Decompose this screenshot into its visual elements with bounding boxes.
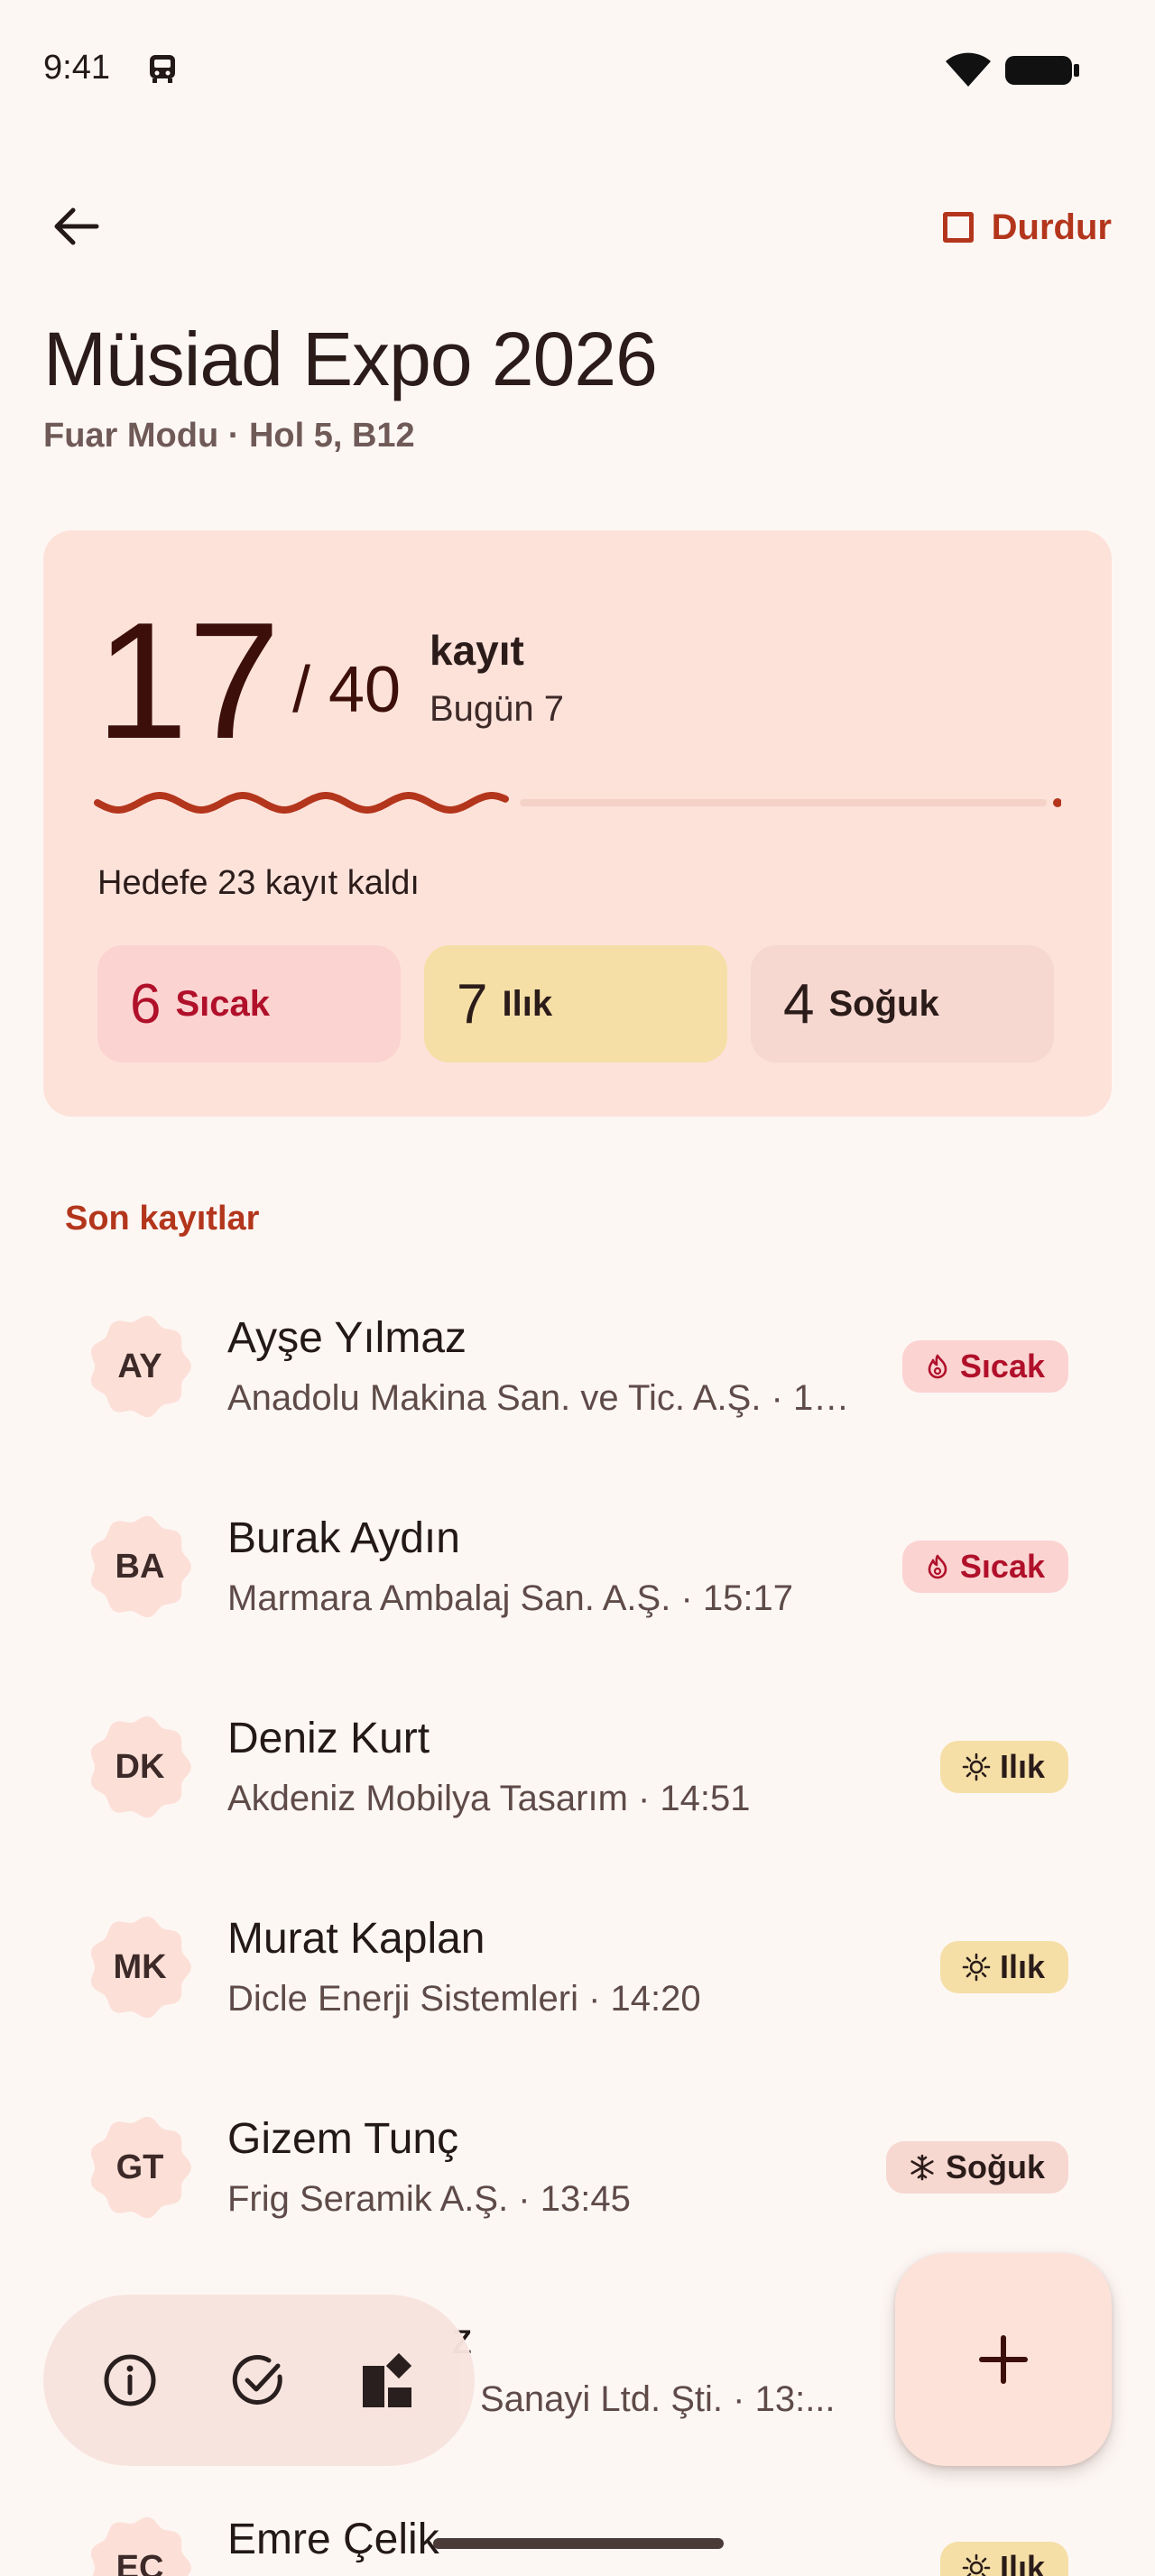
status-badge-label: Soğuk [945, 2148, 1045, 2185]
lead-name: Burak Aydın [227, 1514, 460, 1562]
count-unit: kayıt [430, 627, 524, 674]
chip-hot-label: Sıcak [175, 983, 271, 1024]
sun-icon [962, 2553, 991, 2576]
filter-chip-cold[interactable]: 4 Soğuk [751, 945, 1054, 1063]
lead-item[interactable]: EC Emre Çelik Ilık [0, 2468, 1155, 2576]
status-bar: 9:41 [0, 0, 1155, 135]
status-badge: Ilık [939, 1741, 1068, 1793]
sun-icon [962, 1753, 991, 1781]
flame-icon [928, 1554, 947, 1579]
arrow-left-icon [54, 207, 99, 245]
lead-meta: Frig Seramik A.Ş. · 13:45 [227, 2179, 631, 2219]
lead-name: Gizem Tunç [227, 2115, 459, 2163]
status-badge: Soğuk [885, 2141, 1068, 2194]
avatar: GT [87, 2114, 193, 2221]
lead-meta: Akdeniz Mobilya Tasarım · 14:51 [227, 1779, 751, 1818]
check-circle-icon [232, 2355, 282, 2405]
avatar: BA [87, 1513, 193, 1620]
status-badge-label: Sıcak [959, 1548, 1045, 1585]
lead-meta: Sanayi Ltd. Şti. · 13:... [480, 2379, 836, 2419]
chip-cold-label: Soğuk [828, 983, 939, 1024]
sun-icon [962, 1953, 991, 1982]
wifi-icon [944, 51, 993, 88]
stats-card: 17 / 40 kayıt Bugün 7 Hedefe 23 kayıt ka… [43, 530, 1112, 1117]
avatar-initials: DK [115, 1747, 165, 1786]
count-today: Bugün 7 [430, 689, 565, 729]
back-button[interactable] [45, 195, 108, 258]
widgets-icon [363, 2352, 412, 2407]
avatar-initials: MK [113, 1947, 167, 1986]
avatar: MK [87, 1914, 193, 2020]
status-badge: Sıcak [901, 1541, 1068, 1593]
add-lead-button[interactable] [895, 2253, 1112, 2466]
snowflake-icon [910, 2154, 934, 2181]
lead-item[interactable]: GT Gizem Tunç Frig Seramik A.Ş. · 13:45 … [0, 2067, 1155, 2268]
avatar: DK [87, 1714, 193, 1820]
progress-indicator [94, 792, 1061, 814]
lead-name: Ayşe Yılmaz [227, 1314, 467, 1362]
lead-count: 17 [96, 587, 281, 773]
filter-chip-warm[interactable]: 7 Ilık [424, 945, 727, 1063]
chip-hot-count: 6 [130, 972, 162, 1035]
stop-button[interactable]: Durdur [942, 200, 1112, 254]
chip-cold-count: 4 [783, 972, 815, 1035]
avatar-initials: GT [116, 2148, 164, 2186]
floating-toolbar [43, 2295, 475, 2466]
avatar: EC [87, 2515, 193, 2576]
lead-item[interactable]: BA Burak Aydın Marmara Ambalaj San. A.Ş.… [0, 1467, 1155, 1667]
status-badge-label: Ilık [999, 1948, 1045, 1985]
lead-item[interactable]: MK Murat Kaplan Dicle Enerji Sistemleri … [0, 1867, 1155, 2067]
lead-target: / 40 [292, 654, 402, 726]
flame-icon [928, 1354, 947, 1379]
widgets-button[interactable] [345, 2337, 431, 2424]
app-notification-icon [146, 52, 179, 85]
avatar-initials: EC [116, 2548, 164, 2576]
remaining-text: Hedefe 23 kayıt kaldı [97, 864, 420, 902]
status-badge: Ilık [939, 1941, 1068, 1993]
lead-name: Deniz Kurt [227, 1715, 430, 1762]
check-button[interactable] [215, 2337, 301, 2424]
info-icon [104, 2354, 156, 2406]
plus-icon [979, 2335, 1028, 2384]
avatar-initials: BA [115, 1547, 165, 1586]
lead-meta: Anadolu Makina San. ve Tic. A.Ş. · 15:32 [227, 1378, 850, 1418]
stop-square-icon [942, 212, 974, 243]
status-time: 9:41 [43, 49, 110, 87]
section-title-recent: Son kayıtlar [65, 1200, 260, 1237]
status-badge-label: Ilık [999, 2549, 1045, 2576]
lead-name: Emre Çelik [227, 2516, 439, 2563]
lead-meta: Dicle Enerji Sistemleri · 14:20 [227, 1979, 701, 2019]
lead-item[interactable]: DK Deniz Kurt Akdeniz Mobilya Tasarım · … [0, 1667, 1155, 1867]
progress-end-dot [1053, 798, 1061, 807]
lead-name: Murat Kaplan [227, 1915, 485, 1963]
chip-warm-count: 7 [457, 972, 488, 1035]
lead-item[interactable]: AY Ayşe Yılmaz Anadolu Makina San. ve Ti… [0, 1266, 1155, 1467]
status-badge-label: Sıcak [959, 1348, 1045, 1385]
info-button[interactable] [87, 2337, 173, 2424]
avatar-initials: AY [117, 1347, 162, 1385]
stop-label: Durdur [991, 207, 1112, 247]
avatar: AY [87, 1313, 193, 1420]
lead-meta: Marmara Ambalaj San. A.Ş. · 15:17 [227, 1578, 793, 1618]
progress-fill [94, 792, 509, 814]
chip-warm-label: Ilık [502, 983, 553, 1024]
status-badge: Sıcak [901, 1340, 1068, 1393]
home-indicator[interactable] [433, 2538, 724, 2549]
status-badge: Ilık [939, 2542, 1068, 2576]
page-title: Müsiad Expo 2026 [43, 317, 658, 401]
status-badge-label: Ilık [999, 1748, 1045, 1785]
battery-icon [1005, 54, 1081, 87]
filter-chip-hot[interactable]: 6 Sıcak [97, 945, 401, 1063]
page-subtitle: Fuar Modu · Hol 5, B12 [43, 417, 415, 455]
